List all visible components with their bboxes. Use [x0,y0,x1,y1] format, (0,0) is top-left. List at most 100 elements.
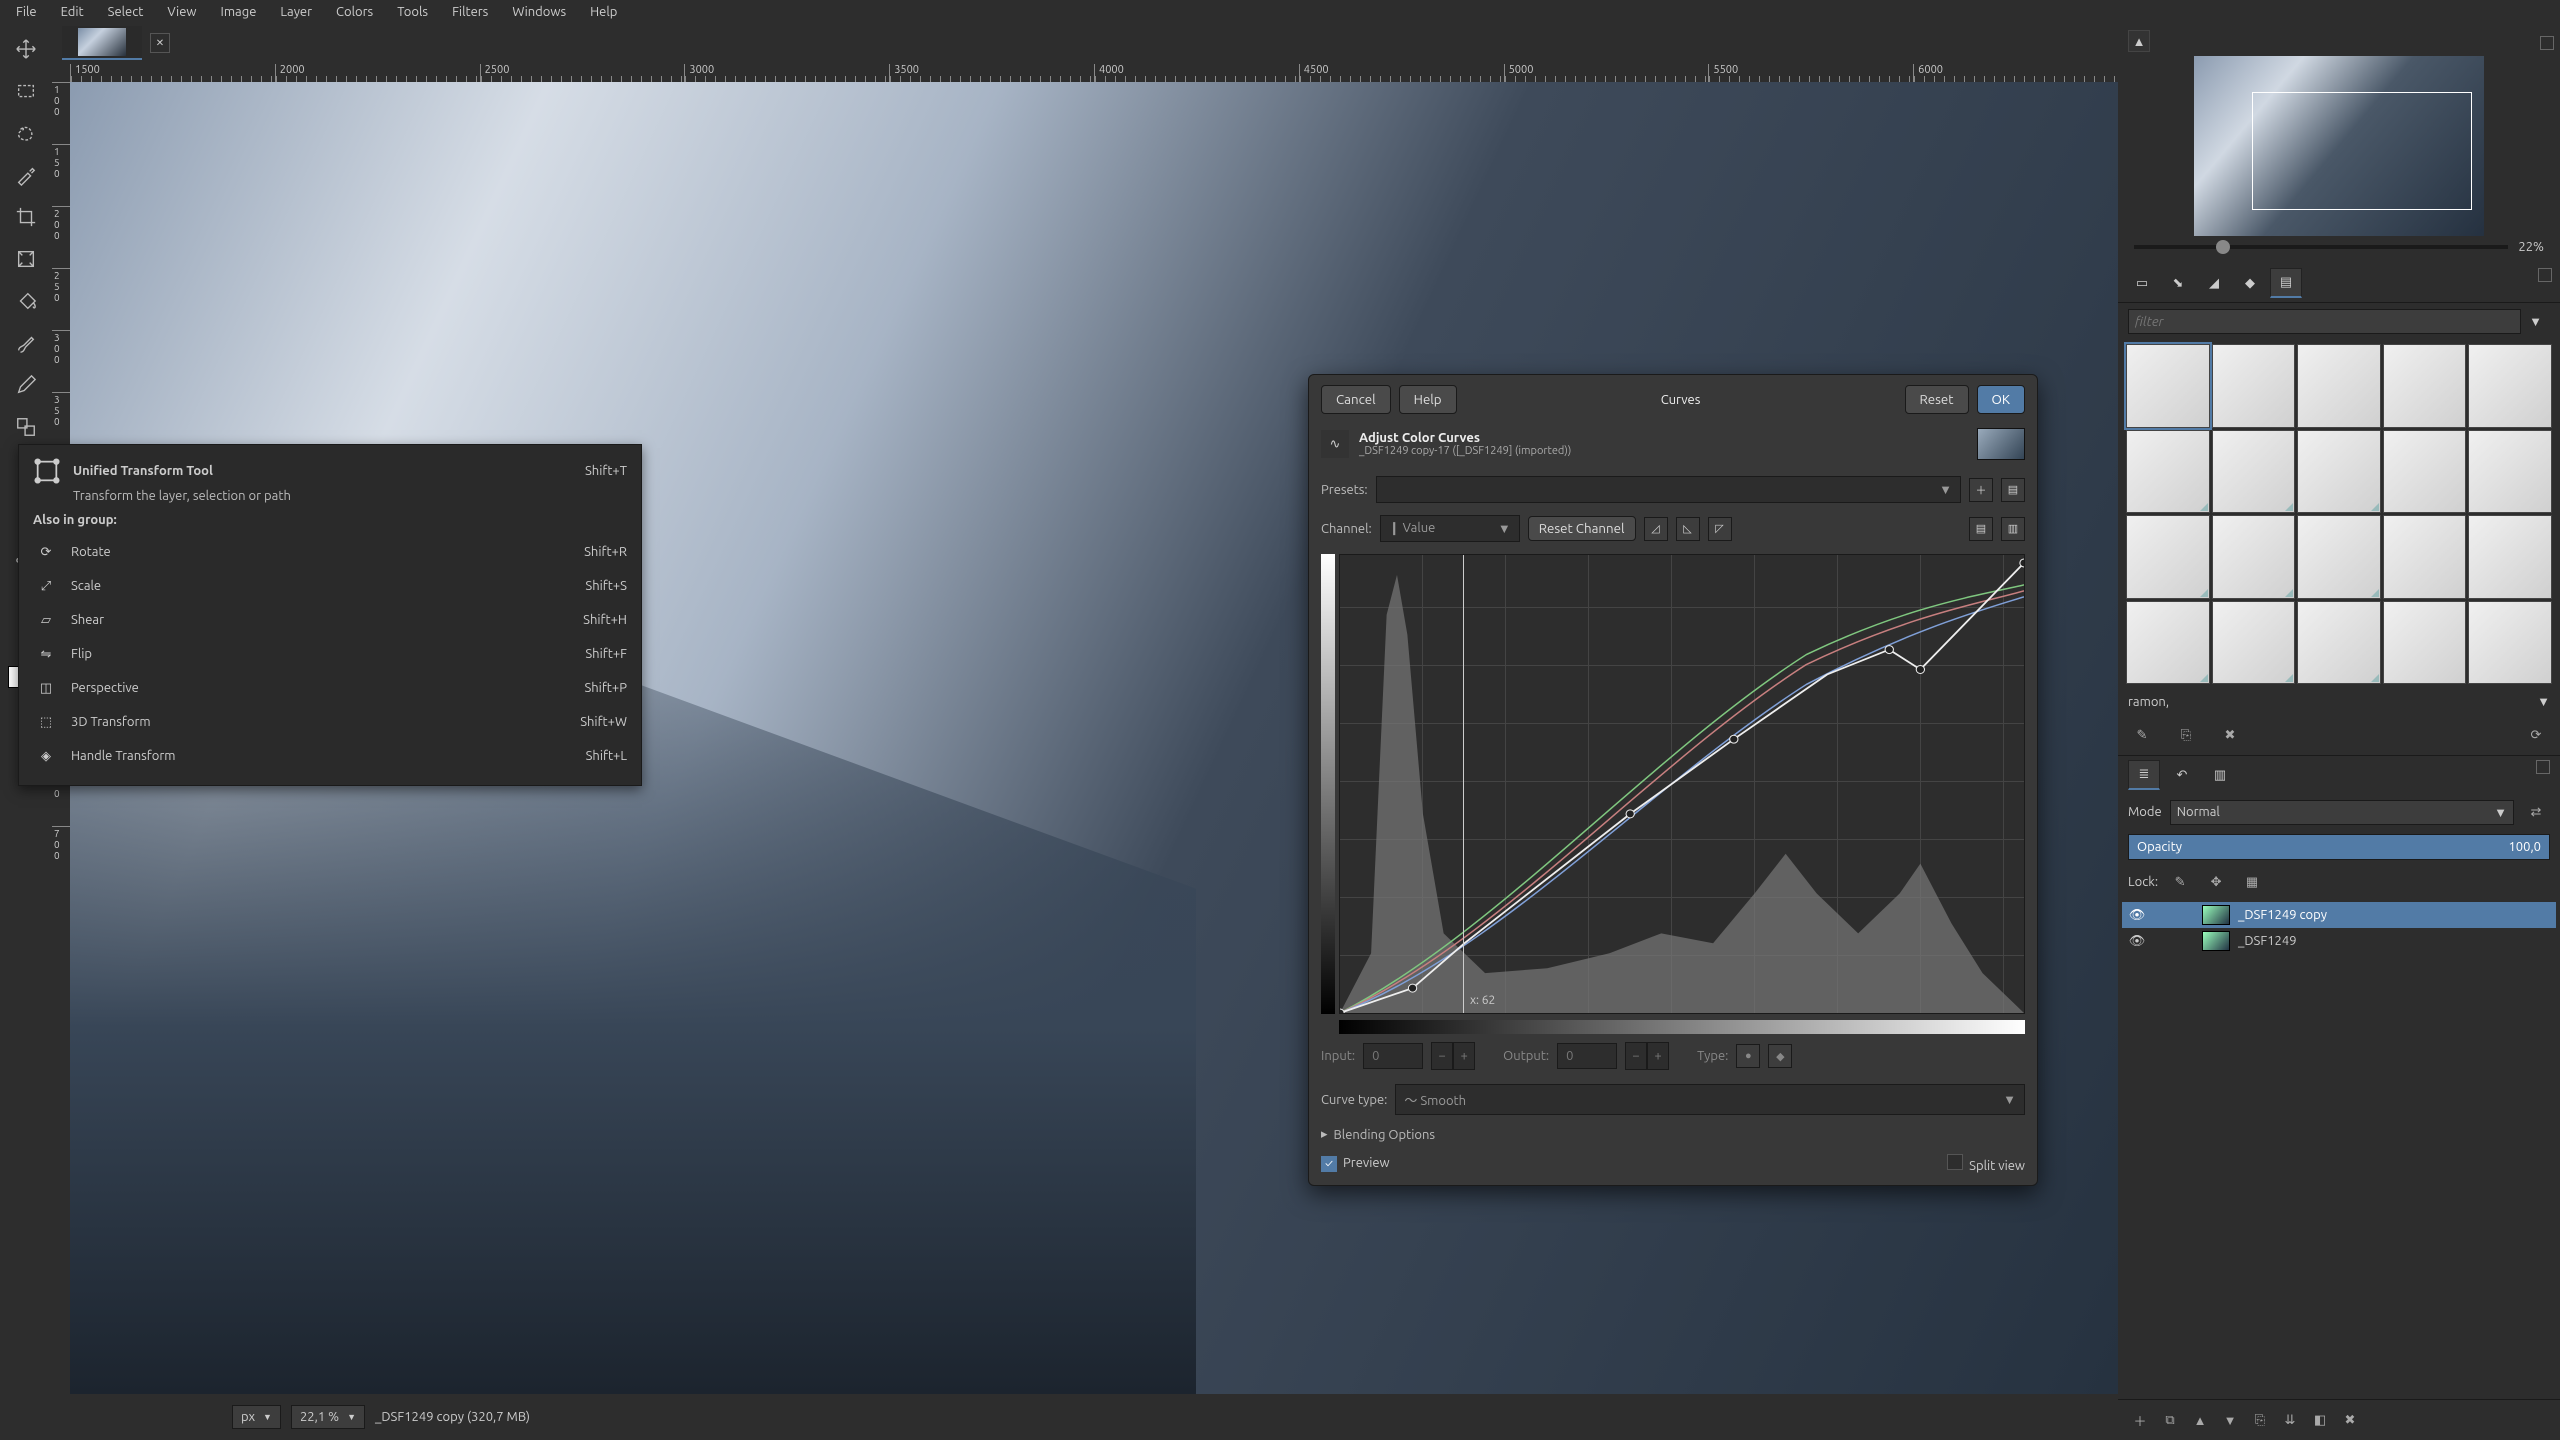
point-type-smooth-icon[interactable]: ● [1736,1044,1760,1068]
menu-select[interactable]: Select [96,1,156,23]
add-preset-icon[interactable]: ＋ [1969,478,1993,502]
brush-item[interactable] [2126,430,2210,514]
nav-zoom-slider[interactable]: 22% [2124,236,2554,258]
brush-item[interactable] [2468,430,2552,514]
delete-brush-icon[interactable]: ✖ [2216,721,2244,749]
brush-item[interactable] [2297,344,2381,428]
histogram-linear-icon[interactable]: ▤ [1969,517,1993,541]
curve-linear-icon[interactable]: ◿ [1644,517,1668,541]
menu-filters[interactable]: Filters [440,1,500,23]
brush-item[interactable] [2383,515,2467,599]
close-tab-icon[interactable]: ✕ [150,33,170,53]
brush-item[interactable] [2212,430,2296,514]
brush-item[interactable] [2383,601,2467,685]
brush-item[interactable] [2212,515,2296,599]
cancel-button[interactable]: Cancel [1321,385,1391,414]
zoom-select[interactable]: 22,1 %▼ [291,1405,365,1429]
refresh-brushes-icon[interactable]: ⟳ [2522,721,2550,749]
reset-channel-button[interactable]: Reset Channel [1528,516,1636,541]
manage-presets-icon[interactable]: ▤ [2001,478,2025,502]
splitview-checkbox[interactable]: Split view [1947,1154,2025,1173]
menu-help[interactable]: Help [578,1,629,23]
output-value-field[interactable]: 0 [1557,1043,1617,1069]
menu-tools[interactable]: Tools [385,1,440,23]
brush-item[interactable] [2212,344,2296,428]
brush-tool-icon[interactable] [7,324,45,362]
pencil-tool-icon[interactable] [7,366,45,404]
menu-image[interactable]: Image [209,1,269,23]
decrement-icon[interactable]: − [1431,1042,1453,1070]
input-value-field[interactable]: 0 [1363,1043,1423,1069]
new-group-icon[interactable]: ⧉ [2156,1406,2184,1434]
color-picker-tool-icon[interactable] [7,156,45,194]
menu-windows[interactable]: Windows [500,1,578,23]
brush-item[interactable] [2297,601,2381,685]
duplicate-brush-icon[interactable]: ⎘ [2172,721,2200,749]
channels-tab-icon[interactable]: ▥ [2204,760,2236,790]
mask-icon[interactable]: ◧ [2306,1406,2334,1434]
presets-select[interactable]: ▼ [1376,476,1961,503]
menu-edit[interactable]: Edit [49,1,96,23]
opacity-slider[interactable]: Opacity100,0 [2128,834,2550,860]
lock-pixels-icon[interactable]: ✎ [2166,868,2194,896]
brush-item[interactable] [2297,430,2381,514]
brush-item[interactable] [2297,515,2381,599]
curves-graph[interactable]: x: 62 [1339,554,2025,1014]
image-tab[interactable] [62,26,142,60]
delete-layer-icon[interactable]: ✖ [2336,1406,2364,1434]
curve-log-icon[interactable]: ◺ [1676,517,1700,541]
brush-item[interactable] [2212,601,2296,685]
menu-file[interactable]: File [4,1,49,23]
new-layer-icon[interactable]: ＋ [2126,1406,2154,1434]
menu-colors[interactable]: Colors [324,1,385,23]
curvetype-select[interactable]: 〜 Smooth▼ [1395,1084,2025,1115]
blend-mode-select[interactable]: Normal▼ [2170,800,2514,825]
curve-gamma-icon[interactable]: ◸ [1708,517,1732,541]
layer-item[interactable]: 👁 _DSF1249 [2122,928,2556,954]
mode-switch-icon[interactable]: ⇄ [2522,798,2550,826]
transform-tool-icon[interactable] [7,240,45,278]
clone-tool-icon[interactable] [7,408,45,446]
brush-item[interactable] [2468,344,2552,428]
visibility-icon[interactable]: 👁 [2128,906,2146,924]
navigation-preview[interactable] [2194,56,2484,236]
blending-options-expander[interactable]: ▸ Blending Options [1309,1121,2037,1148]
lock-position-icon[interactable]: ✥ [2202,868,2230,896]
layers-tab-icon[interactable]: ≣ [2128,760,2160,790]
bucket-tool-icon[interactable] [7,282,45,320]
detach-panel-icon[interactable] [2540,36,2554,50]
free-select-tool-icon[interactable] [7,114,45,152]
histogram-log-icon[interactable]: ▥ [2001,517,2025,541]
chevron-down-icon[interactable]: ▼ [2521,314,2550,329]
increment-icon[interactable]: + [1453,1042,1475,1070]
move-tool-icon[interactable] [7,30,45,68]
preview-checkbox[interactable]: ✓Preview [1321,1156,1390,1172]
brush-item[interactable] [2126,344,2210,428]
chevron-down-icon[interactable]: ▼ [2537,694,2550,709]
lock-alpha-icon[interactable]: ▦ [2238,868,2266,896]
lower-layer-icon[interactable]: ▼ [2216,1406,2244,1434]
decrement-icon[interactable]: − [1625,1042,1647,1070]
brush-filter-input[interactable] [2128,309,2521,334]
menu-layer[interactable]: Layer [268,1,324,23]
edit-brush-icon[interactable]: ✎ [2128,721,2156,749]
device-status-tab-icon[interactable]: ⬊ [2162,268,2194,298]
raise-layer-icon[interactable]: ▲ [2186,1406,2214,1434]
pointer-tab-icon[interactable]: ◆ [2234,268,2266,298]
brushes-tab-icon[interactable]: ▤ [2270,268,2302,298]
channel-select[interactable]: ❙ Value▼ [1380,515,1520,542]
menu-view[interactable]: View [155,1,208,23]
brush-item[interactable] [2126,601,2210,685]
brush-item[interactable] [2468,601,2552,685]
navigation-tab-icon[interactable]: ▲ [2128,30,2150,52]
help-button[interactable]: Help [1399,385,1457,414]
point-type-corner-icon[interactable]: ◆ [1768,1044,1792,1068]
ok-button[interactable]: OK [1977,385,2025,414]
brush-item[interactable] [2383,344,2467,428]
crop-tool-icon[interactable] [7,198,45,236]
merge-down-icon[interactable]: ⇊ [2276,1406,2304,1434]
visibility-icon[interactable]: 👁 [2128,932,2146,950]
undo-history-tab-icon[interactable]: ↶ [2166,760,2198,790]
increment-icon[interactable]: + [1647,1042,1669,1070]
reset-button[interactable]: Reset [1905,385,1969,414]
